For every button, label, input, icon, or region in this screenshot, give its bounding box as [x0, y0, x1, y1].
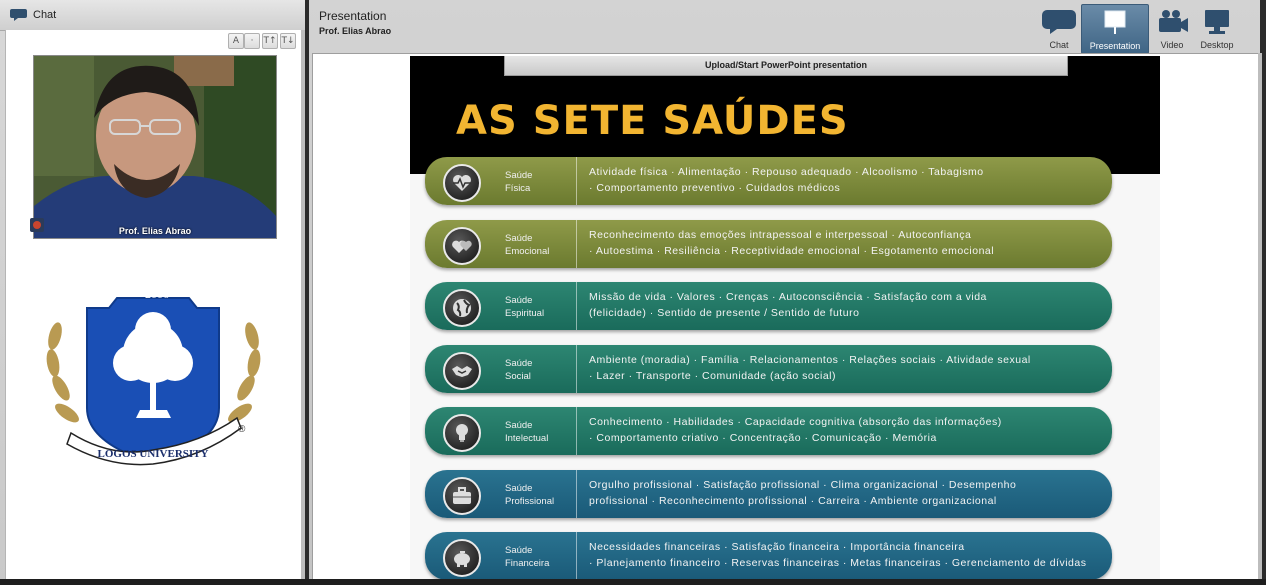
chat-panel-header: Chat [0, 0, 305, 31]
mode-video-label: Video [1160, 40, 1184, 50]
mode-presentation-label: Presentation [1089, 41, 1141, 51]
slide-row-financeira: Saúde Financeira Necessidades financeira… [425, 532, 1112, 580]
desktop-icon [1195, 7, 1239, 35]
emoticon-button[interactable]: · [244, 33, 260, 49]
presentation-panel-title: Presentation [319, 9, 387, 23]
font-decrease-button[interactable]: T↓ [280, 33, 296, 49]
row-text-line-1: Atividade física · Alimentação · Repouso… [589, 166, 984, 178]
row-category-prefix: Saúde [505, 420, 533, 431]
row-category-name: Profissional [505, 496, 555, 507]
presentation-panel: Presentation Prof. Elias Abrao Chat Pres… [309, 0, 1262, 585]
row-category-name: Social [505, 371, 531, 382]
presenter-webcam-video[interactable]: Prof. Elias Abrao [33, 55, 277, 239]
slide-row-intelectual: Saúde Intelectual Conhecimento · Habilid… [425, 407, 1112, 455]
row-divider [576, 532, 577, 580]
slide-title: AS SETE SAÚDES [456, 98, 849, 144]
webcam-presenter-name: Prof. Elias Abrao [118, 226, 192, 236]
row-divider [576, 157, 577, 205]
row-text-line-2: · Comportamento preventivo · Cuidados mé… [589, 182, 841, 194]
row-text-line-1: Conhecimento · Habilidades · Capacidade … [589, 416, 1002, 428]
logo-university-name: LOGOS UNIVERSITY [98, 448, 209, 460]
row-text-line-2: · Lazer · Transporte · Comunidade (ação … [589, 370, 837, 382]
row-category-prefix: Saúde [505, 170, 533, 181]
registered-mark: ® [238, 424, 246, 435]
logos-university-logo: LOGOS UNIVERSITY 2006 ® [41, 268, 266, 478]
row-category-prefix: Saúde [505, 545, 533, 556]
row-text-line-2: (felicidade) · Sentido de presente / Sen… [589, 307, 860, 319]
webcam-status-icon [30, 218, 44, 232]
mode-desktop-label: Desktop [1200, 40, 1234, 50]
slide-row-profissional: Saúde Profissional Orgulho profissional … [425, 470, 1112, 518]
presenter-name: Prof. Elias Abrao [319, 26, 392, 36]
lightbulb-icon [443, 414, 481, 452]
row-text-line-2: profissional · Reconhecimento profission… [589, 495, 997, 507]
row-category-name: Emocional [505, 246, 550, 257]
briefcase-icon [443, 477, 481, 515]
row-category-name: Financeira [505, 558, 550, 569]
bottom-bar [0, 579, 1266, 585]
font-style-button[interactable]: A [228, 33, 244, 49]
hearts-icon [443, 227, 481, 265]
video-camera-icon [1150, 7, 1194, 35]
slide-row-emocional: Saúde Emocional Reconhecimento das emoçõ… [425, 220, 1112, 268]
webcam-image [34, 56, 276, 238]
chat-panel: Chat A · T↑ T↓ Prof. Elias Abrao LOGOS U… [0, 0, 305, 585]
slide: AS SETE SAÚDES Upload/Start PowerPoint p… [410, 56, 1160, 580]
mode-desktop-button[interactable]: Desktop [1195, 4, 1239, 52]
row-category-name: Intelectual [505, 433, 549, 444]
globe-icon [443, 289, 481, 327]
mode-chat-button[interactable]: Chat [1037, 4, 1081, 52]
font-increase-button[interactable]: T↑ [262, 33, 278, 49]
mode-chat-label: Chat [1049, 40, 1069, 50]
row-divider [576, 220, 577, 268]
chat-panel-body: A · T↑ T↓ Prof. Elias Abrao LOGOS UNIVER… [5, 30, 303, 580]
row-category-name: Física [505, 183, 531, 194]
row-text-line-1: Ambiente (moradia) · Família · Relaciona… [589, 354, 1031, 366]
row-text-line-1: Missão de vida · Valores · Crenças · Aut… [589, 291, 987, 303]
row-text-line-2: · Planejamento financeiro · Reservas fin… [589, 557, 1087, 569]
presentation-content-area: AS SETE SAÚDES Upload/Start PowerPoint p… [312, 53, 1259, 581]
heartbeat-icon [443, 164, 481, 202]
chat-icon [1037, 7, 1081, 35]
row-divider [576, 345, 577, 393]
row-divider [576, 407, 577, 455]
mode-presentation-button[interactable]: Presentation [1081, 4, 1149, 54]
piggy-bank-icon [443, 539, 481, 577]
row-category-prefix: Saúde [505, 233, 533, 244]
row-category-prefix: Saúde [505, 483, 533, 494]
row-text-line-2: · Autoestima · Resiliência · Receptivida… [589, 245, 995, 257]
chat-panel-title: Chat [33, 9, 57, 21]
row-category-name: Espiritual [505, 308, 545, 319]
slide-row-social: Saúde Social Ambiente (moradia) · Famíli… [425, 345, 1112, 393]
slide-row-fisica: Saúde Física Atividade física · Alimenta… [425, 157, 1112, 205]
chat-panel-scrollbar[interactable] [301, 30, 305, 579]
row-text-line-2: · Comportamento criativo · Concentração … [589, 432, 937, 444]
row-category-prefix: Saúde [505, 295, 533, 306]
row-text-line-1: Reconhecimento das emoções intrapessoal … [589, 229, 972, 241]
mode-video-button[interactable]: Video [1150, 4, 1194, 52]
row-divider [576, 470, 577, 518]
chat-bubble-icon [10, 7, 28, 28]
logo-year: 2006 [145, 287, 169, 301]
presentation-icon [1082, 8, 1148, 36]
handshake-icon [443, 352, 481, 390]
slide-row-espiritual: Saúde Espiritual Missão de vida · Valore… [425, 282, 1112, 330]
presentation-scrollbar[interactable] [1258, 53, 1262, 579]
row-text-line-1: Necessidades financeiras · Satisfação fi… [589, 541, 965, 553]
row-text-line-1: Orgulho profissional · Satisfação profis… [589, 479, 1017, 491]
row-category-prefix: Saúde [505, 358, 533, 369]
upload-presentation-button[interactable]: Upload/Start PowerPoint presentation [504, 56, 1068, 76]
row-divider [576, 282, 577, 330]
